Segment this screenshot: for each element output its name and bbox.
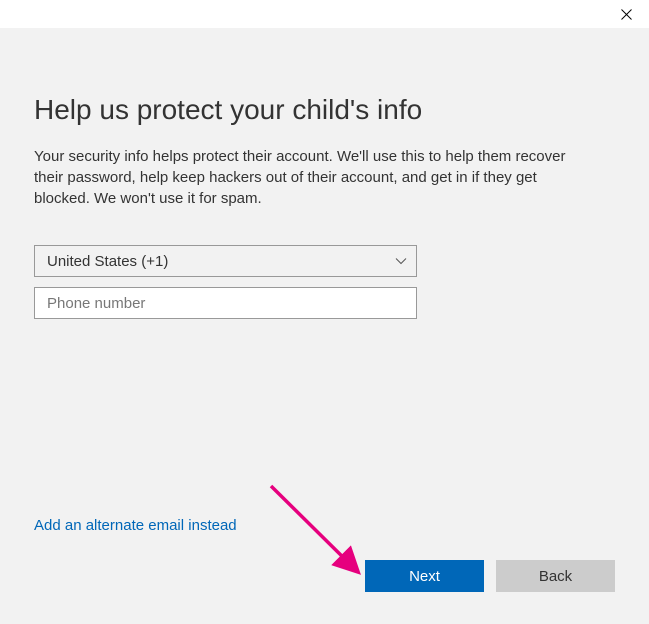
page-description: Your security info helps protect their a… bbox=[34, 146, 594, 209]
phone-input[interactable] bbox=[34, 287, 417, 319]
close-icon bbox=[621, 9, 632, 20]
annotation-arrow bbox=[261, 478, 381, 588]
alternate-email-link[interactable]: Add an alternate email instead bbox=[34, 517, 237, 534]
button-row: Next Back bbox=[365, 560, 615, 592]
content-area: Help us protect your child's info Your s… bbox=[0, 28, 649, 624]
titlebar bbox=[0, 0, 649, 28]
country-select[interactable]: United States (+1) bbox=[34, 245, 417, 277]
back-button[interactable]: Back bbox=[496, 560, 615, 592]
country-select-wrap: United States (+1) bbox=[34, 245, 417, 277]
next-button[interactable]: Next bbox=[365, 560, 484, 592]
country-select-value: United States (+1) bbox=[47, 253, 168, 270]
phone-input-row bbox=[34, 287, 615, 319]
country-select-row: United States (+1) bbox=[34, 245, 615, 277]
page-title: Help us protect your child's info bbox=[34, 94, 615, 126]
close-button[interactable] bbox=[603, 0, 649, 28]
